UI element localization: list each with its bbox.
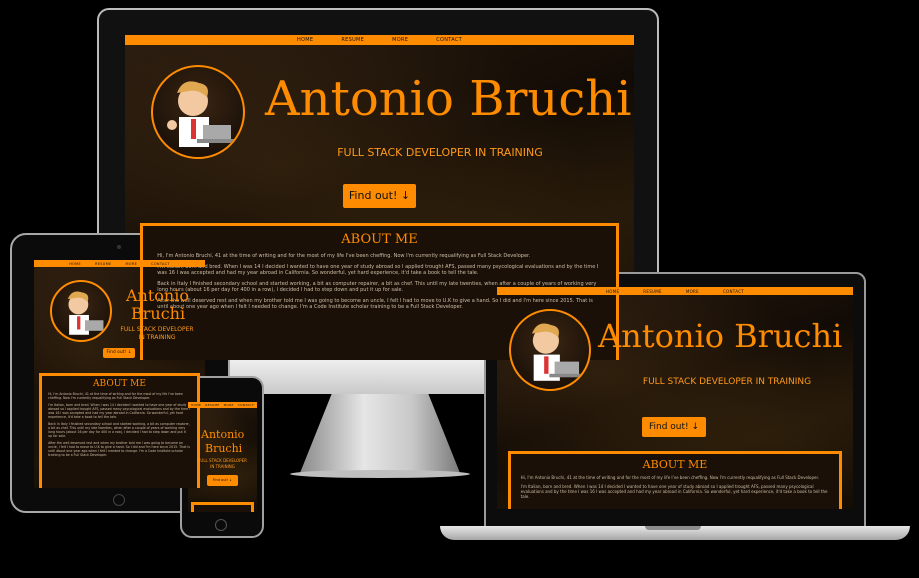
nav-resume[interactable]: RESUME — [643, 289, 662, 294]
imac-foot — [290, 470, 470, 478]
nav-contact[interactable]: CONTACT — [436, 37, 462, 43]
about-title: ABOUT ME — [642, 458, 708, 471]
about-title: ABOUT ME — [93, 379, 146, 389]
ipad-screen: HOME RESUME MORE CONTACT Antonio Bruchi … — [34, 260, 205, 488]
about-paragraph: I'm Italian, born and bred. When I was 1… — [157, 264, 599, 276]
navbar: HOME RESUME MORE CONTACT — [188, 402, 257, 408]
macbook-screen: HOME RESUME MORE CONTACT Antonio Bruchi … — [497, 287, 853, 509]
imac-stand — [300, 393, 460, 473]
ipad-camera — [117, 245, 121, 249]
about-paragraph: Hi, I'm Antonio Bruchi, 41 at the time o… — [157, 253, 531, 259]
site-subtitle-line2: IN TRAINING — [138, 334, 176, 341]
nav-resume[interactable]: RESUME — [95, 262, 111, 266]
nav-more[interactable]: MORE — [125, 262, 137, 266]
site-title: Antonio Bruchi — [598, 317, 843, 355]
nav-more[interactable]: MORE — [224, 403, 234, 407]
site-title: Antonio Bruchi — [265, 71, 632, 127]
navbar: HOME RESUME MORE CONTACT — [125, 35, 634, 45]
site-subtitle-line1: FULL STACK DEVELOPER — [198, 458, 247, 463]
ipad-home-button — [113, 494, 125, 506]
about-section: ABOUT ME Hi, I'm Antonio Bruchi, 41 at t… — [39, 373, 200, 488]
find-out-button[interactable]: Find out! ↓ — [343, 184, 416, 208]
find-out-button[interactable]: Find out! ↓ — [642, 417, 706, 437]
site-subtitle: FULL STACK DEVELOPER IN TRAINING — [642, 377, 812, 387]
about-section: ABOUT ME Hi, I'm Antonio Bruchi, 41 at t… — [507, 451, 843, 509]
nav-home[interactable]: HOME — [69, 262, 81, 266]
nav-home[interactable]: HOME — [191, 403, 201, 407]
developer-avatar-icon — [50, 280, 112, 342]
site-subtitle-line1: FULL STACK DEVELOPER — [120, 326, 194, 333]
nav-more[interactable]: MORE — [392, 37, 408, 43]
about-paragraph: Hi, I'm Antonio Bruchi, 41 at the time o… — [48, 392, 183, 400]
find-out-button[interactable]: Find out! ↓ — [207, 475, 238, 486]
website: HOME RESUME MORE CONTACT Antonio Bruchi … — [497, 287, 853, 509]
nav-more[interactable]: MORE — [686, 289, 699, 294]
about-title: ABOUT ME — [341, 232, 418, 247]
about-paragraph: Hi, I'm Antonio Bruchi, 41 at the time o… — [520, 475, 820, 480]
nav-contact[interactable]: CONTACT — [723, 289, 744, 294]
about-paragraph: I'm Italian, born and bred. When I was 1… — [48, 403, 191, 419]
nav-home[interactable]: HOME — [297, 37, 313, 43]
developer-avatar-icon — [509, 309, 591, 391]
site-title-line1: Antonio — [126, 286, 189, 305]
website: HOME RESUME MORE CONTACT Antonio Bruchi … — [34, 260, 205, 488]
site-title-line1: Antonio — [201, 428, 245, 441]
site-title-line2: Bruchi — [131, 304, 186, 323]
about-paragraph: Back in Italy I finished secondary schoo… — [48, 422, 190, 438]
developer-avatar-icon — [151, 65, 245, 159]
navbar: HOME RESUME MORE CONTACT — [497, 287, 853, 295]
about-paragraph: I'm Italian, born and bred. When I was 1… — [520, 484, 828, 499]
find-out-button[interactable]: Find out! ↓ — [103, 348, 135, 358]
about-paragraph: After the well deserved rest and when my… — [157, 298, 593, 310]
site-title-line2: Bruchi — [205, 442, 243, 455]
nav-resume[interactable]: RESUME — [341, 37, 364, 43]
nav-contact[interactable]: CONTACT — [151, 262, 170, 266]
site-subtitle-line2: IN TRAINING — [210, 464, 235, 469]
iphone-home-button — [215, 519, 227, 531]
about-section — [190, 502, 255, 512]
about-paragraph: After the well deserved rest and when my… — [48, 441, 190, 457]
macbook-notch — [645, 526, 701, 530]
nav-resume[interactable]: RESUME — [205, 403, 219, 407]
nav-home[interactable]: HOME — [606, 289, 619, 294]
site-subtitle: FULL STACK DEVELOPER IN TRAINING — [337, 146, 543, 159]
nav-contact[interactable]: CONTACT — [238, 403, 254, 407]
navbar: HOME RESUME MORE CONTACT — [34, 260, 205, 267]
